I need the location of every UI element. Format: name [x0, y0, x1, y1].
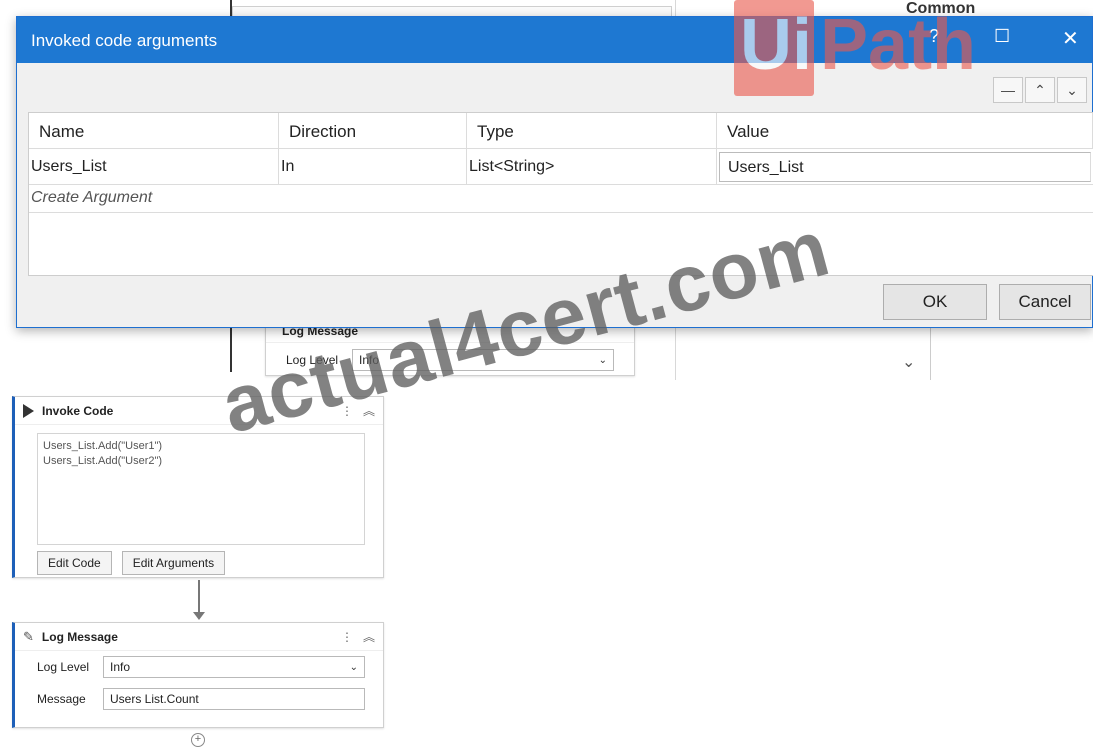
message-label: Message — [37, 692, 86, 706]
cancel-button[interactable]: Cancel — [999, 284, 1091, 320]
column-header-name[interactable]: Name — [29, 113, 279, 148]
code-line: Users_List.Add("User2") — [43, 455, 163, 467]
chevron-down-icon[interactable]: ⌄ — [902, 352, 915, 372]
move-up-icon[interactable]: ⌃ — [1025, 77, 1055, 103]
uipath-logo-box: Ui — [734, 0, 814, 96]
close-icon[interactable]: ✕ — [1062, 26, 1079, 51]
activity-title: Log Message — [41, 629, 118, 644]
uipath-logo-ui: Ui — [740, 5, 812, 85]
ok-button[interactable]: OK — [883, 284, 987, 320]
column-header-type[interactable]: Type — [467, 113, 717, 148]
flow-connector — [198, 580, 200, 614]
edit-code-button[interactable]: Edit Code — [37, 551, 112, 575]
arguments-grid: Name Direction Type Value Users_List In … — [28, 112, 1093, 276]
uipath-watermark-logo: Ui Path — [734, 0, 1014, 96]
code-preview[interactable]: Users_List.Add("User1") Users_List.Add("… — [37, 433, 365, 545]
message-input[interactable]: Users List.Count — [103, 688, 365, 710]
pencil-icon: ✎ — [23, 628, 34, 644]
grid-header: Name Direction Type Value — [29, 113, 1093, 149]
column-header-value[interactable]: Value — [717, 113, 1093, 148]
edit-arguments-button[interactable]: Edit Arguments — [121, 551, 226, 575]
column-header-direction[interactable]: Direction — [279, 113, 467, 148]
more-options-icon[interactable]: ⋮ — [341, 630, 353, 644]
log-level-select[interactable]: Info ⌄ — [103, 656, 365, 678]
argument-type-cell[interactable]: List<String> — [467, 149, 717, 184]
arrow-down-icon — [193, 612, 205, 620]
log-message-activity[interactable]: ✎ Log Message ⋮ ︽ Log Level Info ⌄ Messa… — [12, 622, 384, 728]
argument-value-input[interactable]: Users_List — [719, 152, 1091, 182]
message-value: Users List.Count — [110, 692, 199, 706]
designer-top-bar — [232, 6, 672, 16]
invoke-code-icon — [23, 403, 34, 418]
argument-direction-cell[interactable]: In — [279, 149, 467, 184]
code-line: Users_List.Add("User1") — [43, 440, 163, 452]
log-level-label: Log Level — [37, 660, 90, 674]
chevron-down-icon: ⌄ — [349, 661, 358, 673]
collapse-icon[interactable]: ︽ — [363, 628, 375, 645]
table-row[interactable]: Users_List In List<String> Users_List — [29, 149, 1093, 185]
uipath-logo-path: Path — [820, 5, 977, 85]
dialog-title: Invoked code arguments — [31, 31, 218, 50]
move-down-icon[interactable]: ⌄ — [1057, 77, 1087, 103]
log-level-row: Log Level Info ⌄ — [15, 651, 383, 683]
activity-header: ✎ Log Message ⋮ ︽ — [15, 623, 383, 651]
add-activity-icon[interactable]: + — [191, 733, 205, 747]
chevron-down-icon: ⌄ — [598, 354, 607, 366]
create-argument-row[interactable]: Create Argument — [29, 185, 1093, 213]
log-level-value: Info — [110, 660, 131, 674]
argument-name-cell[interactable]: Users_List — [29, 149, 279, 184]
panel-divider — [930, 320, 931, 380]
message-row: Message Users List.Count — [15, 683, 383, 715]
